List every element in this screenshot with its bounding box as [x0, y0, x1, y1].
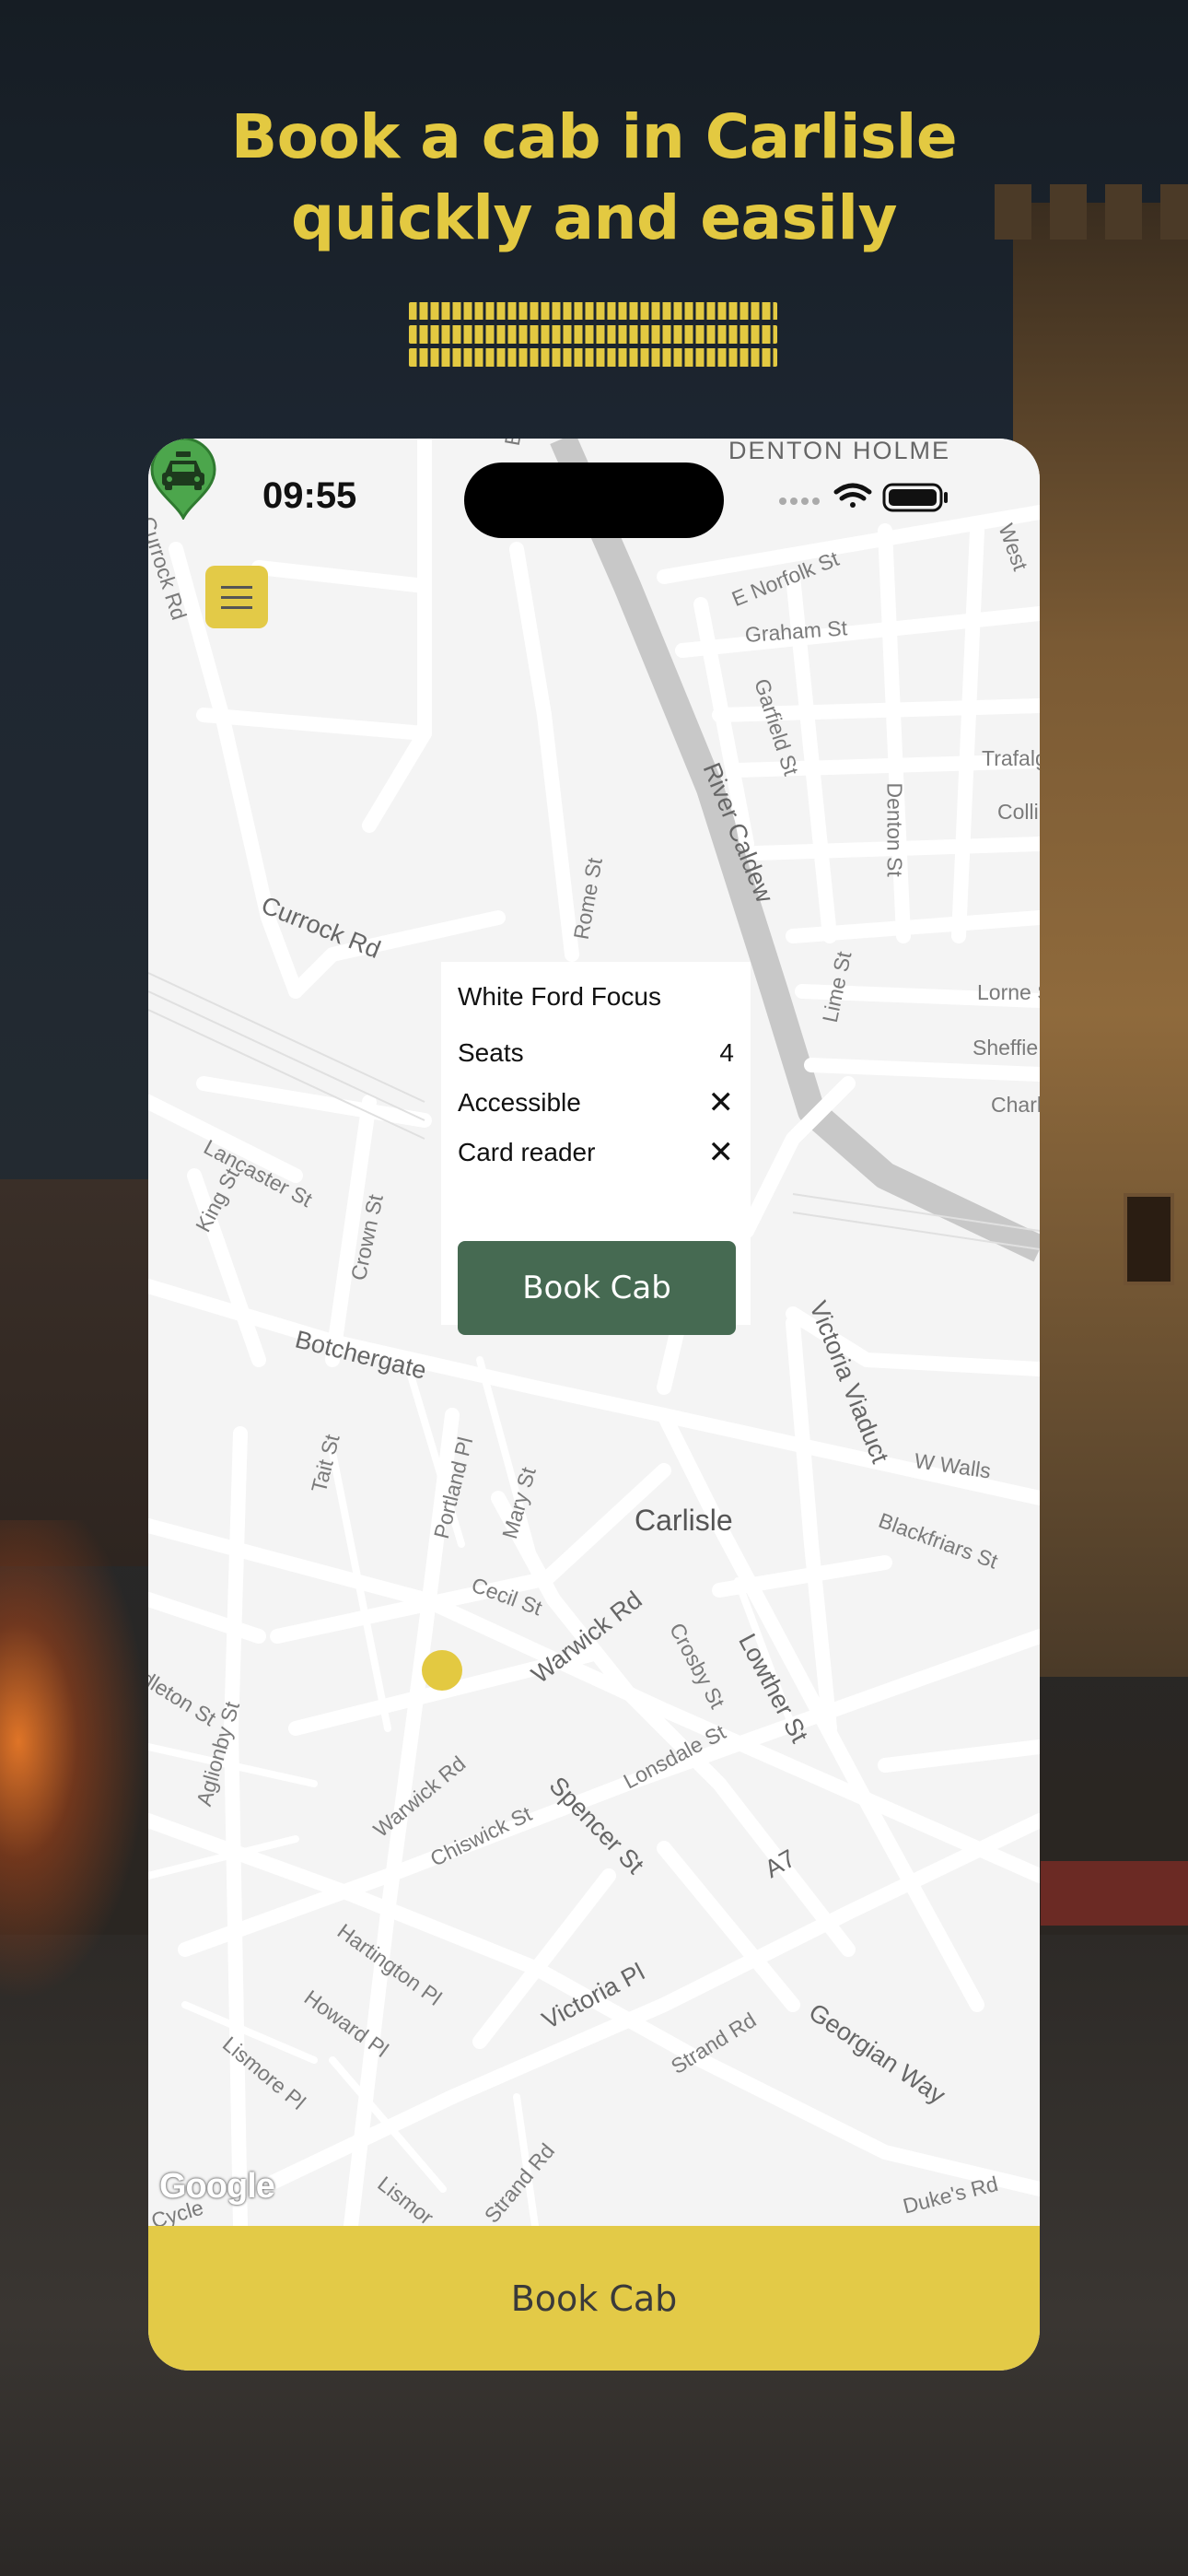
map-label-charles: Charl: [991, 1093, 1040, 1117]
headline-line-1: Book a cab in Carlisle: [230, 101, 958, 172]
popup-row-card-reader: Card reader ✕: [458, 1128, 734, 1177]
vehicle-name: White Ford Focus: [458, 982, 661, 1011]
card-reader-label: Card reader: [458, 1138, 596, 1166]
map-label-carlisle: Carlisle: [635, 1504, 733, 1537]
current-location-dot: [422, 1650, 462, 1691]
menu-icon-bar: [221, 596, 252, 599]
headline-line-2: quickly and easily: [290, 182, 898, 253]
popup-row-accessible: Accessible ✕: [458, 1078, 734, 1128]
phone-screen: DENTON HOLME Currock Rd Bo West E Norfol…: [148, 439, 1040, 2371]
menu-icon-bar: [221, 606, 252, 609]
popup-row-seats: Seats 4: [458, 1028, 734, 1078]
background-castle-window: [1124, 1193, 1174, 1285]
laurel-stars-decoration: [409, 302, 777, 367]
map-label-trafalgar: Trafalg: [982, 746, 1040, 770]
bottom-book-cab-button[interactable]: Book Cab: [148, 2226, 1040, 2371]
close-icon: ✕: [707, 1135, 735, 1170]
signal-icon: [779, 498, 820, 505]
map-view[interactable]: DENTON HOLME Currock Rd Bo West E Norfol…: [148, 439, 1040, 2233]
map-label-collingwood: Collingwo: [997, 800, 1040, 824]
menu-icon: [221, 586, 252, 589]
map-label-denton-holme: DENTON HOLME: [728, 439, 951, 464]
headline: Book a cab in Carlisle quickly and easil…: [0, 97, 1188, 259]
status-time: 09:55: [262, 475, 357, 516]
popup-book-cab-button[interactable]: Book Cab: [458, 1241, 736, 1335]
background-road-marking: [1041, 1861, 1188, 1926]
seats-label: Seats: [458, 1038, 524, 1067]
background-building: [0, 1179, 157, 1566]
wifi-icon: [833, 483, 872, 508]
status-icons: [779, 483, 948, 512]
menu-button[interactable]: [205, 566, 268, 628]
taxi-pin-icon[interactable]: [148, 439, 218, 520]
map-label-denton-st: Denton St: [882, 782, 907, 877]
dynamic-island: [464, 463, 724, 538]
map-label-lorne-st: Lorne S: [977, 980, 1040, 1004]
map-label-sheffield: Sheffie: [973, 1036, 1039, 1060]
battery-icon: [882, 483, 948, 512]
seats-value: 4: [719, 1038, 734, 1067]
vehicle-info-popup: White Ford Focus Seats 4 Accessible ✕ Ca…: [441, 962, 751, 1335]
accessible-label: Accessible: [458, 1088, 581, 1117]
close-icon: ✕: [707, 1085, 735, 1120]
google-attribution-logo: Google: [159, 2167, 275, 2206]
